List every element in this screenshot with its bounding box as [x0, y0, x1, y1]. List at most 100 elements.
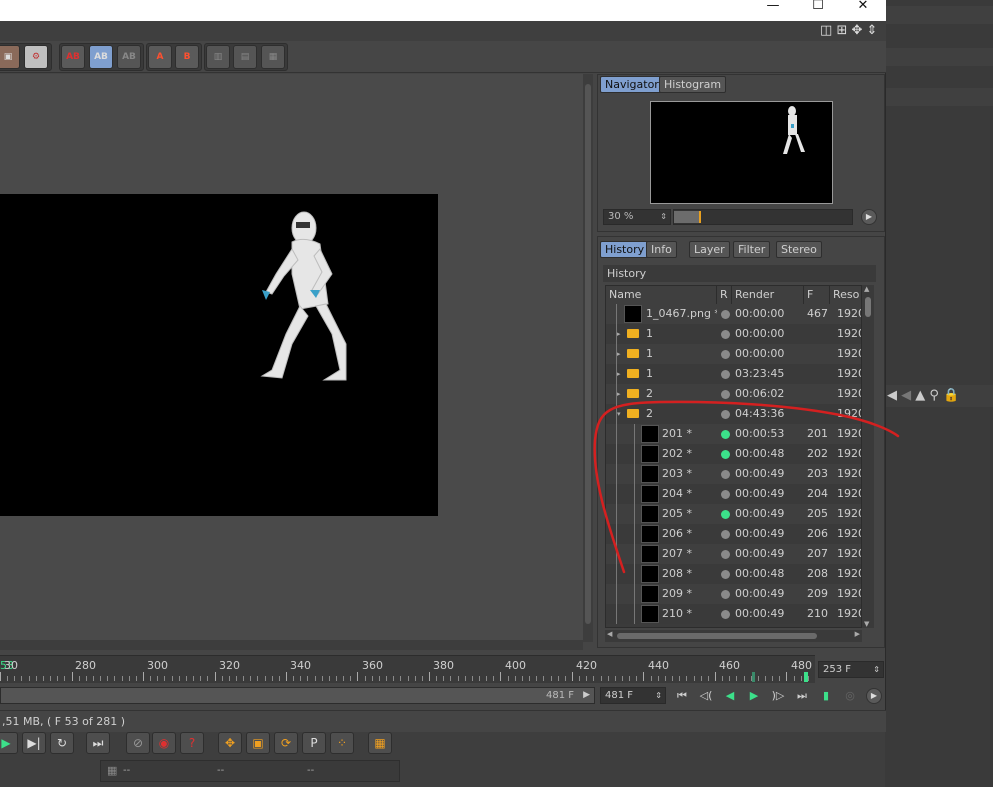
- split-view-icon[interactable]: ◫: [820, 23, 832, 38]
- history-row[interactable]: 204 * 00:00:49 204 1920: [606, 484, 861, 504]
- next-key-icon[interactable]: ▶|: [22, 732, 46, 754]
- collapse-arrow-icon[interactable]: ▾: [617, 404, 621, 424]
- expand-arrow-icon[interactable]: ▸: [617, 324, 621, 344]
- history-row[interactable]: ▸ 1 03:23:45 1920: [606, 364, 861, 384]
- move-icon[interactable]: ✥: [851, 23, 862, 38]
- play-icon[interactable]: ▶: [0, 732, 18, 754]
- expand-arrow-icon[interactable]: ▸: [617, 344, 621, 364]
- current-frame-field[interactable]: 253 F ⇕: [818, 661, 884, 678]
- render-settings-icon[interactable]: ⚙: [24, 45, 48, 69]
- history-row[interactable]: 207 * 00:00:49 207 1920: [606, 544, 861, 564]
- history-row[interactable]: 205 * 00:00:49 205 1920: [606, 504, 861, 524]
- history-row[interactable]: 208 * 00:00:48 208 1920: [606, 564, 861, 584]
- move-key-icon[interactable]: ✥: [218, 732, 242, 754]
- new-panel-icon[interactable]: ⊞: [836, 23, 847, 38]
- history-row[interactable]: 209 * 00:00:49 209 1920: [606, 584, 861, 604]
- maximize-button[interactable]: ☐: [795, 0, 841, 21]
- tab-histogram[interactable]: Histogram: [659, 76, 727, 93]
- ab-swap-icon[interactable]: AB: [89, 45, 113, 69]
- history-row[interactable]: 201 * 00:00:53 201 1920: [606, 424, 861, 444]
- scroll-up-icon[interactable]: ▲: [864, 285, 869, 293]
- zoom-slider-handle[interactable]: [699, 211, 701, 223]
- column-name[interactable]: Name: [606, 286, 717, 304]
- history-table[interactable]: Name R Render Time F Reso 1_0467.png * 00…: [605, 285, 862, 628]
- go-to-end-icon[interactable]: ⏭: [793, 688, 811, 704]
- history-row[interactable]: ▸ 2 00:06:02 1920: [606, 384, 861, 404]
- expand-icon[interactable]: ⇕: [867, 23, 878, 38]
- tab-stereo[interactable]: Stereo: [776, 241, 822, 258]
- history-row[interactable]: 210 * 00:00:49 210 1920: [606, 604, 861, 624]
- rotate-key-icon[interactable]: ⟳: [274, 732, 298, 754]
- next-frame-icon[interactable]: )▷: [769, 688, 787, 704]
- end-icon[interactable]: ⏭: [86, 732, 110, 754]
- history-row[interactable]: 1_0467.png * 00:00:00 467 1920: [606, 304, 861, 324]
- record-keys-icon[interactable]: ⊘: [126, 732, 150, 754]
- loop-icon[interactable]: ↻: [50, 732, 74, 754]
- play-forward-icon[interactable]: ▶: [745, 688, 763, 704]
- lock-icon[interactable]: 🔒: [943, 388, 959, 403]
- scroll-thumb[interactable]: [585, 84, 591, 624]
- point-level-icon[interactable]: ⁘: [330, 732, 354, 754]
- previous-frame-icon[interactable]: ◁(: [697, 688, 715, 704]
- ab-toggle-icon[interactable]: AB: [117, 45, 141, 69]
- tab-navigator[interactable]: Navigator: [600, 76, 664, 93]
- split-vertical-icon[interactable]: ▤: [233, 45, 257, 69]
- timeline-end-marker[interactable]: [804, 672, 808, 682]
- navigator-preview[interactable]: [650, 101, 833, 204]
- history-row[interactable]: ▸ 1 00:00:00 1920: [606, 344, 861, 364]
- filmstrip-icon[interactable]: ▮: [817, 688, 835, 704]
- range-slider[interactable]: 481 F ▶: [0, 687, 595, 704]
- expand-arrow-icon[interactable]: ▸: [617, 384, 621, 404]
- timeline-menu-icon[interactable]: ▶: [866, 688, 882, 704]
- ab-compare-icon[interactable]: AB: [61, 45, 85, 69]
- end-frame-field[interactable]: 481 F ⇕: [600, 687, 666, 704]
- go-to-start-icon[interactable]: ⏮: [673, 688, 691, 704]
- scroll-thumb[interactable]: [865, 297, 871, 317]
- scroll-thumb[interactable]: [617, 633, 817, 639]
- history-row[interactable]: ▾ 2 04:43:36 1920: [606, 404, 861, 424]
- timeline-ruler[interactable]: 53 30 280 300 320 340 360 380 400 420 440 460 480: [0, 655, 815, 683]
- history-vertical-scrollbar[interactable]: ▲ ▼: [862, 285, 874, 628]
- column-render-time[interactable]: Render Time: [732, 286, 804, 319]
- arrow-left-icon[interactable]: ◀: [887, 388, 901, 403]
- autokey-icon[interactable]: ◉: [152, 732, 176, 754]
- scale-key-icon[interactable]: ▣: [246, 732, 270, 754]
- stepper-icon[interactable]: ⇕: [660, 210, 667, 224]
- tab-history[interactable]: History: [600, 241, 650, 258]
- expand-arrow-icon[interactable]: ▸: [617, 364, 621, 384]
- set-a-icon[interactable]: A: [148, 45, 172, 69]
- navigator-menu-icon[interactable]: ▶: [861, 209, 877, 225]
- history-horizontal-scrollbar[interactable]: ◀ ▶: [605, 630, 862, 642]
- split-horizontal-icon[interactable]: ▥: [206, 45, 230, 69]
- scroll-down-icon[interactable]: ▼: [864, 620, 869, 628]
- column-r[interactable]: R: [717, 286, 732, 304]
- column-resolution[interactable]: Reso: [830, 286, 861, 304]
- search-icon[interactable]: ⚲: [929, 388, 943, 403]
- tab-info[interactable]: Info: [646, 241, 677, 258]
- zoom-field[interactable]: 30 % ⇕: [603, 209, 671, 225]
- play-backward-icon[interactable]: ◀: [721, 688, 739, 704]
- tab-layer[interactable]: Layer: [689, 241, 730, 258]
- help-icon[interactable]: ?: [180, 732, 204, 754]
- sound-icon[interactable]: ◎: [841, 688, 859, 704]
- set-b-icon[interactable]: B: [175, 45, 199, 69]
- split-grid-icon[interactable]: ▦: [261, 45, 285, 69]
- range-handle-icon[interactable]: ▶: [583, 688, 590, 703]
- zoom-slider[interactable]: [673, 209, 853, 225]
- close-button[interactable]: ✕: [840, 0, 886, 21]
- tab-filter[interactable]: Filter: [733, 241, 771, 258]
- history-row[interactable]: ▸ 1 00:00:00 1920: [606, 324, 861, 344]
- history-row[interactable]: 203 * 00:00:49 203 1920: [606, 464, 861, 484]
- stepper-icon[interactable]: ⇕: [655, 688, 662, 703]
- parameter-key-icon[interactable]: P: [302, 732, 326, 754]
- stepper-icon[interactable]: ⇕: [873, 662, 880, 677]
- scroll-left-icon[interactable]: ◀: [607, 630, 612, 638]
- film-icon[interactable]: ▦: [368, 732, 392, 754]
- cursor-icon[interactable]: ▲: [915, 388, 929, 403]
- save-image-icon[interactable]: ▣: [0, 45, 20, 69]
- viewport-vertical-scrollbar[interactable]: [583, 74, 593, 642]
- column-frame[interactable]: F: [804, 286, 830, 304]
- history-row[interactable]: 202 * 00:00:48 202 1920: [606, 444, 861, 464]
- scroll-right-icon[interactable]: ▶: [855, 630, 860, 638]
- history-row[interactable]: 206 * 00:00:49 206 1920: [606, 524, 861, 544]
